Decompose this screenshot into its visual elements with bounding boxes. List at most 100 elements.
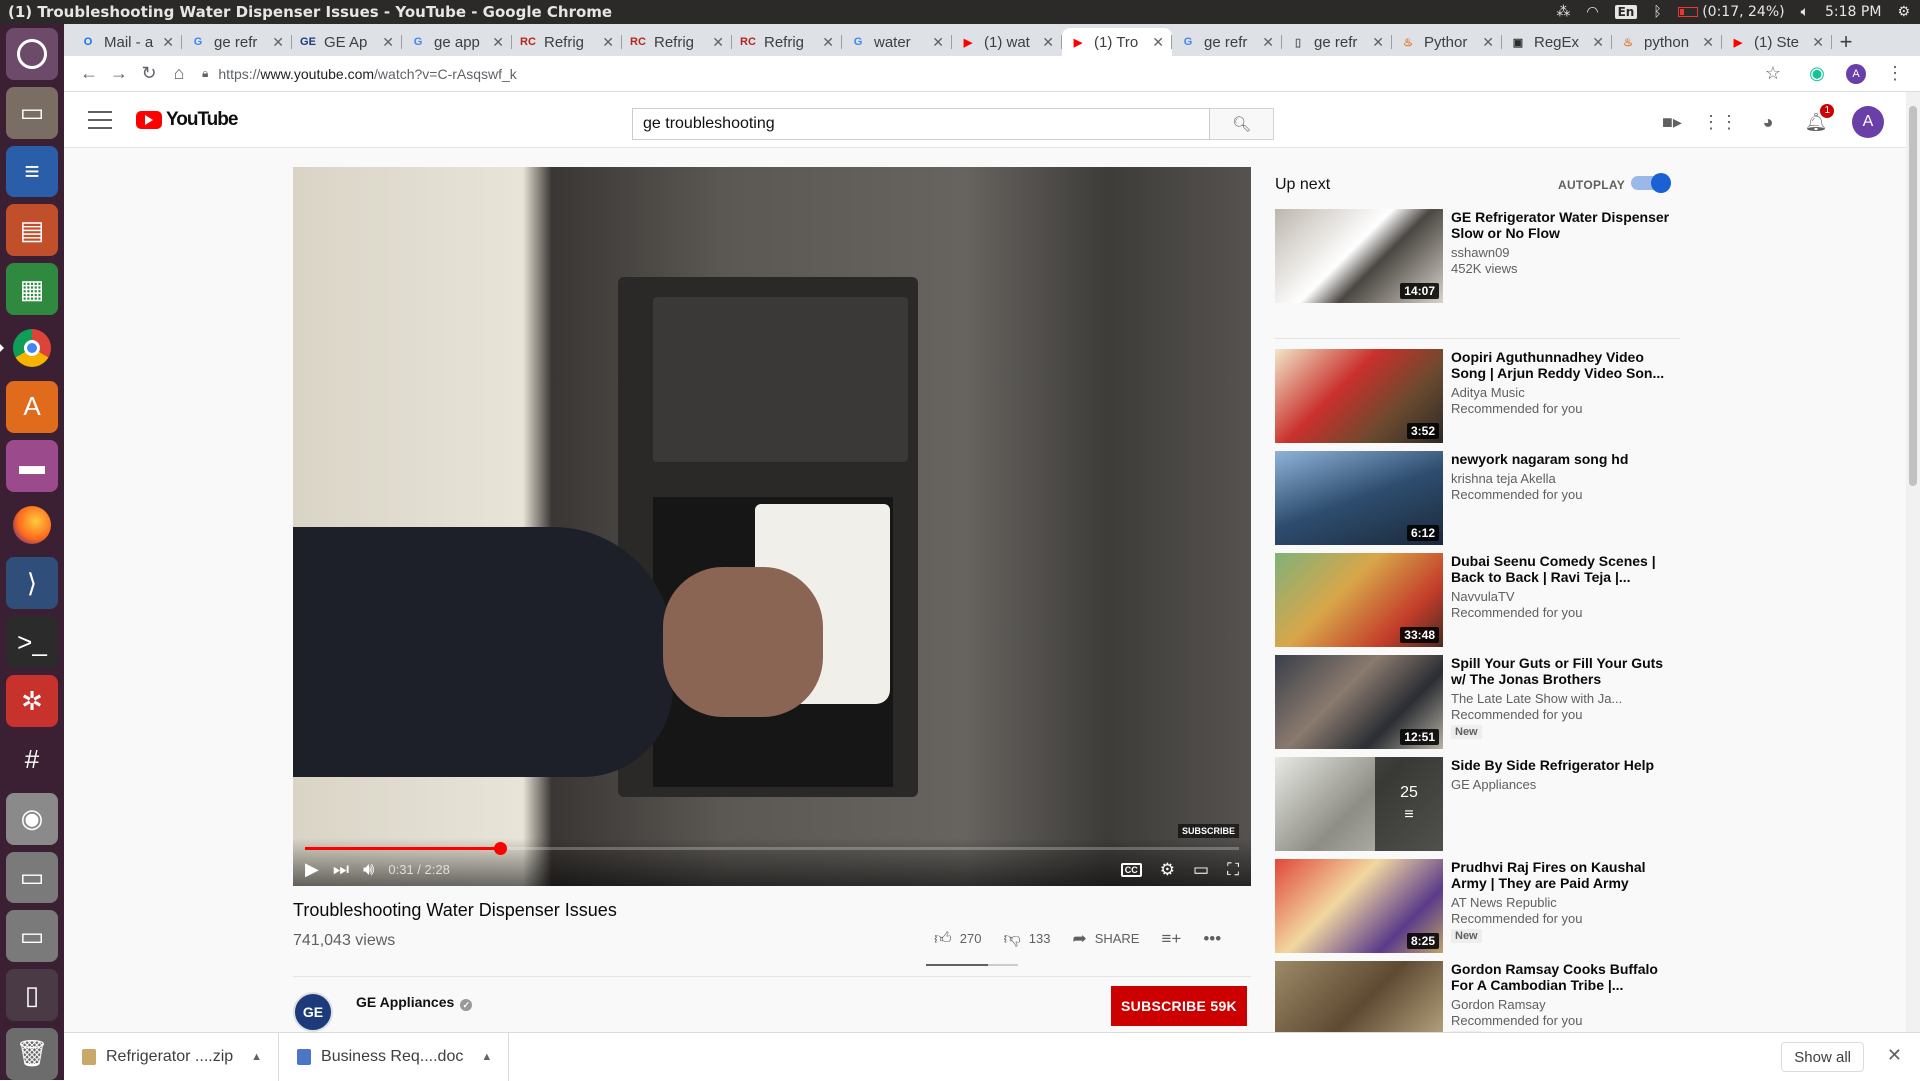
video-thumbnail[interactable]: 33:48 <box>1275 553 1443 647</box>
tab-close-icon[interactable]: ✕ <box>162 34 174 51</box>
channel-name[interactable]: GE Appliances <box>1451 777 1672 792</box>
tab-6[interactable]: RC Refrig ✕ <box>732 28 842 56</box>
channel-avatar[interactable]: GE <box>293 992 333 1032</box>
tab-2[interactable]: GE GE Ap ✕ <box>292 28 402 56</box>
captions-icon[interactable]: CC <box>1120 863 1142 877</box>
tab-7[interactable]: Gwater ✕ <box>842 28 952 56</box>
profile-avatar[interactable]: A <box>1846 63 1866 84</box>
up-next-item[interactable]: 3:52 Oopiri Aguthunnadhey Video Song | Ar… <box>1275 349 1680 451</box>
video-title[interactable]: Prudhvi Raj Fires on Kaushal Army | They… <box>1451 859 1672 891</box>
slack-icon[interactable]: # <box>6 733 58 786</box>
wifi-icon[interactable]: ◠ <box>1586 4 1598 20</box>
tab-close-icon[interactable]: ✕ <box>1372 34 1384 51</box>
lock-icon[interactable]: 🔒︎ <box>202 66 208 81</box>
add-to-playlist-button[interactable]: ≡+ <box>1161 929 1181 949</box>
tab-close-icon[interactable]: ✕ <box>822 34 834 51</box>
app-window-icon[interactable]: ▬ <box>6 439 58 492</box>
page-scrollbar[interactable] <box>1906 92 1920 1056</box>
volume-icon[interactable]: 🔈︎ <box>1801 4 1809 20</box>
forward-button[interactable]: → <box>104 59 134 89</box>
video-thumbnail[interactable]: 8:25 <box>1275 859 1443 953</box>
download-item-zip[interactable]: Refrigerator ....zip ▲ <box>64 1032 280 1081</box>
vscode-icon[interactable]: ⟩ <box>6 557 58 610</box>
tab-close-icon[interactable]: ✕ <box>1702 34 1714 51</box>
tab-5[interactable]: RC Refrig ✕ <box>622 28 732 56</box>
tab-12[interactable]: ♨ Pythor ✕ <box>1392 28 1502 56</box>
clock[interactable]: 5:18 PM <box>1825 4 1881 20</box>
channel-name[interactable]: GE Appliances ✓ <box>356 994 473 1011</box>
tab-0[interactable]: O Mail - a ✕ <box>72 28 182 56</box>
play-icon[interactable]: ▶ <box>305 859 319 880</box>
tab-8[interactable]: ▶ (1) wat ✕ <box>952 28 1062 56</box>
up-next-item[interactable]: 12:51 Spill Your Guts or Fill Your Guts w… <box>1275 655 1680 757</box>
youtube-logo[interactable]: YouTube <box>136 109 238 131</box>
phone-icon[interactable]: ▯ <box>6 969 58 1022</box>
notifications-bell-icon[interactable]: 🔔︎ 1 <box>1804 104 1834 134</box>
up-next-item[interactable]: 8:25 Prudhvi Raj Fires on Kaushal Army | … <box>1275 859 1680 961</box>
video-title[interactable]: Gordon Ramsay Cooks Buffalo For A Cambod… <box>1451 961 1672 993</box>
chevron-up-icon[interactable]: ▲ <box>481 1051 492 1063</box>
chevron-up-icon[interactable]: ▲ <box>251 1051 262 1063</box>
autoplay-toggle[interactable] <box>1631 173 1671 193</box>
next-icon[interactable]: ⏭︎ <box>333 859 349 880</box>
tab-11[interactable]: ▯ ge refr ✕ <box>1282 28 1392 56</box>
share-button[interactable]: ➦ SHARE <box>1072 929 1139 949</box>
create-video-icon[interactable]: ■▸ <box>1660 110 1684 134</box>
impress-icon[interactable]: ▤ <box>6 204 58 257</box>
scrollbar-thumb[interactable] <box>1909 106 1917 486</box>
subscribe-button[interactable]: SUBSCRIBE 59K <box>1111 986 1247 1026</box>
channel-name[interactable]: krishna teja Akella <box>1451 471 1672 486</box>
bluetooth-icon[interactable]: ᛒ <box>1653 4 1661 20</box>
download-item-doc[interactable]: Business Req....doc ▲ <box>279 1032 510 1081</box>
camera-icon[interactable]: ◉ <box>6 792 58 845</box>
channel-name[interactable]: NavvulaTV <box>1451 589 1672 604</box>
channel-name[interactable]: AT News Republic <box>1451 895 1672 910</box>
address-bar[interactable]: 🔒︎ https://www.youtube.com/watch?v=C-rAs… <box>202 60 1750 88</box>
network-icon[interactable]: ✲ <box>6 675 58 727</box>
terminal-icon[interactable]: >_ <box>6 616 58 669</box>
apps-grid-icon[interactable]: ⋮⋮ <box>1702 110 1738 134</box>
writer-icon[interactable]: ≡ <box>6 145 58 198</box>
bookmark-star-icon[interactable]: ☆ <box>1758 59 1788 89</box>
grammarly-icon[interactable]: ◉ <box>1802 59 1832 89</box>
video-player[interactable]: SUBSCRIBE ▶ ⏭︎ 🔊︎ 0:31 / 2:28 CC ⚙ ▭ ⛶ <box>293 167 1251 886</box>
keyboard-layout[interactable]: En <box>1614 5 1638 19</box>
theater-mode-icon[interactable]: ▭ <box>1193 860 1209 880</box>
menu-kebab-icon[interactable]: ⋮ <box>1880 59 1910 89</box>
tab-close-icon[interactable]: ✕ <box>1482 34 1494 51</box>
dropbox-icon[interactable]: ⁂ <box>1556 4 1570 20</box>
video-thumbnail[interactable]: 25 ≡ <box>1275 757 1443 851</box>
new-tab-button[interactable]: + <box>1832 28 1860 56</box>
video-title[interactable]: Oopiri Aguthunnadhey Video Song | Arjun … <box>1451 349 1672 381</box>
dislike-button[interactable]: 👎︎ 133 <box>1003 928 1050 949</box>
disk-icon-2[interactable]: ▭ <box>6 910 58 963</box>
tab-close-icon[interactable]: ✕ <box>1592 34 1604 51</box>
tab-9[interactable]: ▶ (1) Tro ✕ <box>1062 28 1172 56</box>
channel-name[interactable]: The Late Late Show with Ja... <box>1451 691 1672 706</box>
tab-3[interactable]: Gge app ✕ <box>402 28 512 56</box>
subscribe-watermark[interactable]: SUBSCRIBE <box>1177 824 1239 838</box>
like-button[interactable]: 👍︎ 270 <box>934 928 981 949</box>
tab-close-icon[interactable]: ✕ <box>712 34 724 51</box>
settings-gear-icon[interactable]: ⚙ <box>1160 860 1175 880</box>
more-actions-button[interactable]: ••• <box>1203 929 1221 949</box>
tab-close-icon[interactable]: ✕ <box>382 34 394 51</box>
volume-icon[interactable]: 🔊︎ <box>363 859 374 880</box>
tab-close-icon[interactable]: ✕ <box>602 34 614 51</box>
account-avatar[interactable]: A <box>1852 106 1884 138</box>
video-title[interactable]: GE Refrigerator Water Dispenser Slow or … <box>1451 209 1672 241</box>
battery-indicator[interactable]: (0:17, 24%) <box>1677 4 1785 20</box>
reload-button[interactable]: ↻ <box>134 59 164 89</box>
scrubber-knob[interactable] <box>494 842 508 855</box>
back-button[interactable]: ← <box>74 59 104 89</box>
tab-15[interactable]: ▶ (1) Ste ✕ <box>1722 28 1832 56</box>
channel-name[interactable]: Gordon Ramsay <box>1451 997 1672 1012</box>
video-thumbnail[interactable]: 12:51 <box>1275 655 1443 749</box>
up-next-item[interactable]: 14:07 GE Refrigerator Water Dispenser Slo… <box>1275 209 1680 339</box>
tab-13[interactable]: ▣ RegEx ✕ <box>1502 28 1612 56</box>
messages-icon[interactable]: ◕ <box>1756 110 1780 134</box>
tab-close-icon[interactable]: ✕ <box>1812 34 1824 51</box>
fullscreen-icon[interactable]: ⛶ <box>1227 860 1239 880</box>
search-button[interactable]: 🔍︎ <box>1210 108 1274 140</box>
close-icon[interactable]: ✕ <box>1887 1045 1902 1066</box>
